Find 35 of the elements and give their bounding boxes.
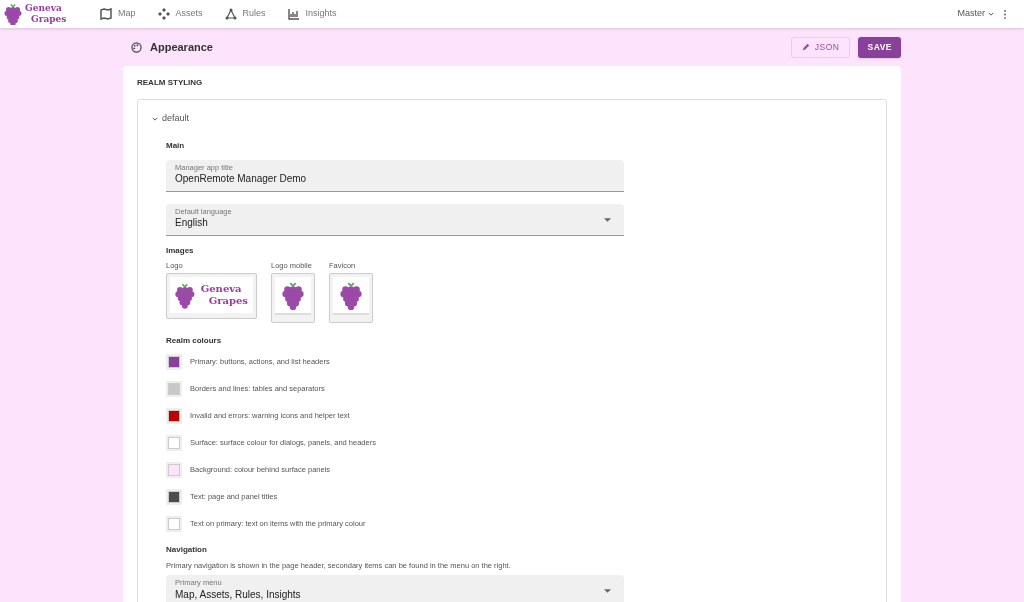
field-value: Map, Assets, Rules, Insights — [175, 589, 301, 600]
realm-dropdown[interactable]: Master — [957, 7, 994, 21]
dropdown-arrow-icon — [604, 589, 611, 593]
page-title: Appearance — [150, 39, 213, 55]
nav-link[interactable]: Rules — [224, 7, 266, 21]
logo-text: Grapes — [30, 14, 67, 25]
section-heading: REALM STYLING — [137, 77, 204, 89]
panel-toggle[interactable]: default — [152, 112, 190, 126]
nav-link[interactable]: Map — [100, 7, 136, 21]
icon-preview[interactable] — [329, 272, 373, 323]
save-button[interactable]: SAVE — [858, 36, 901, 58]
chevron-icon — [152, 116, 158, 121]
logo-text: Grapes — [207, 294, 248, 307]
nav-link[interactable]: Insights — [287, 7, 337, 21]
logo-text: Geneva — [200, 282, 243, 295]
diamond-grid-icon — [157, 8, 170, 20]
logo-preview[interactable]: Geneva Grapes — [166, 272, 257, 319]
map-icon — [100, 8, 112, 20]
pencil-icon — [801, 43, 810, 51]
group-heading: Navigation — [166, 543, 208, 556]
icon-preview[interactable] — [271, 272, 315, 323]
dropdown-arrow-icon — [604, 217, 611, 222]
group-heading: Main — [166, 139, 186, 152]
chevron-down-icon — [988, 12, 994, 16]
chart-icon — [287, 8, 300, 20]
field-value: OpenRemote Manager Demo — [175, 174, 307, 184]
palette-icon — [131, 41, 142, 53]
nav-link[interactable]: Assets — [157, 7, 203, 21]
field-value: English — [175, 218, 209, 228]
logo-text: Geneva — [25, 3, 63, 14]
grapes-logo-icon — [4, 3, 22, 25]
network-icon — [224, 8, 237, 20]
group-heading: Images — [166, 244, 195, 257]
json-button[interactable]: JSON — [790, 36, 851, 58]
group-heading: Realm colours — [166, 334, 223, 347]
